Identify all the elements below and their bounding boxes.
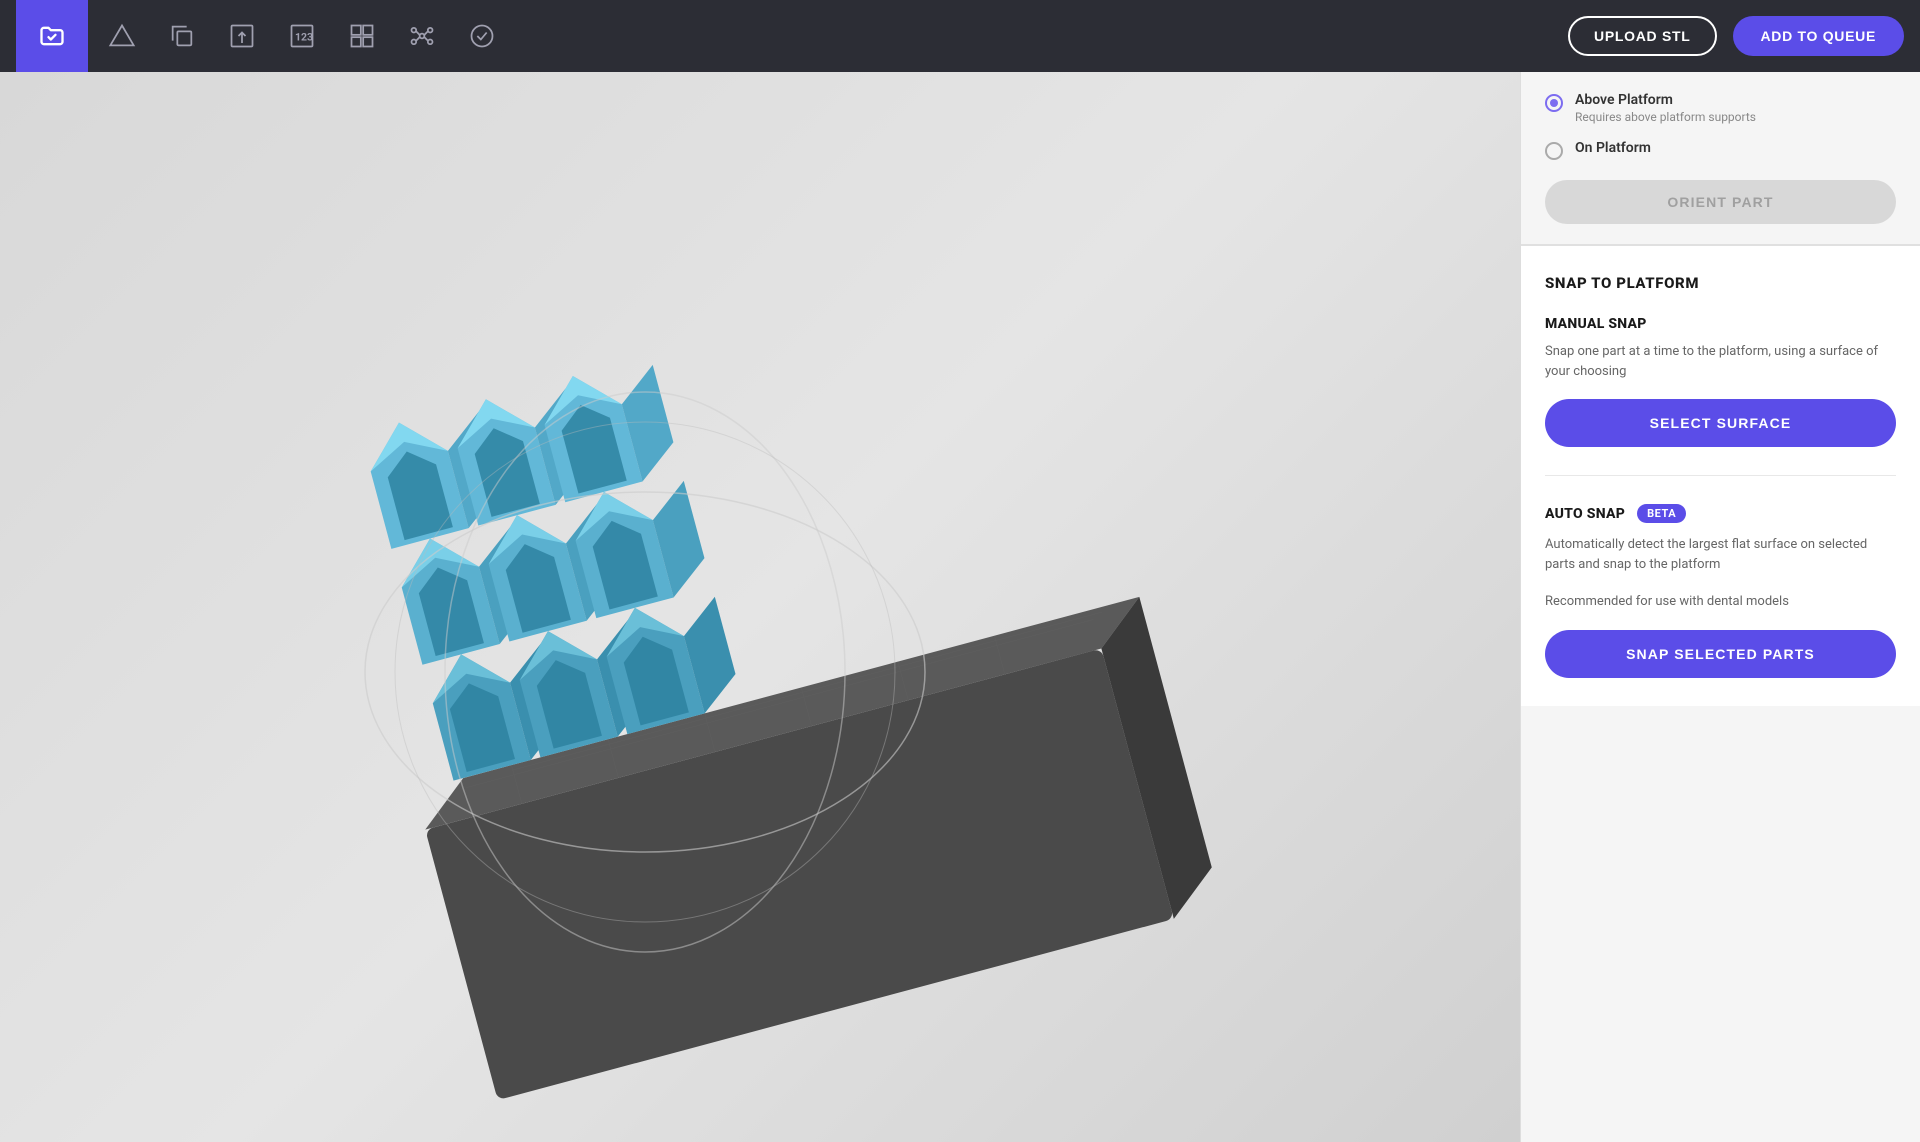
svg-text:123: 123	[295, 31, 313, 44]
snap-inner-divider	[1545, 475, 1896, 476]
nodes-icon	[408, 22, 436, 50]
scene-canvas	[0, 72, 1520, 1142]
snap-to-platform-section: SNAP TO PLATFORM MANUAL SNAP Snap one pa…	[1521, 246, 1920, 706]
3d-scene-svg	[265, 72, 1255, 1142]
number-icon: 123	[288, 22, 316, 50]
add-to-queue-button[interactable]: ADD TO QUEUE	[1733, 16, 1905, 56]
select-surface-button[interactable]: SELECT SURFACE	[1545, 399, 1896, 447]
main-content: Above Platform Requires above platform s…	[0, 72, 1920, 1142]
auto-snap-title: AUTO SNAP	[1545, 506, 1625, 522]
on-platform-label-group: On Platform	[1575, 140, 1651, 156]
shape-icon-btn[interactable]	[96, 10, 148, 62]
auto-snap-description2: Recommended for use with dental models	[1545, 592, 1896, 612]
orient-part-button[interactable]: ORIENT PART	[1545, 180, 1896, 224]
on-platform-title: On Platform	[1575, 140, 1651, 156]
beta-badge: BETA	[1637, 504, 1686, 523]
export-icon	[228, 22, 256, 50]
export-icon-btn[interactable]	[216, 10, 268, 62]
on-platform-option[interactable]: On Platform	[1545, 140, 1896, 160]
duplicate-icon	[168, 22, 196, 50]
manual-snap-title: MANUAL SNAP	[1545, 316, 1896, 332]
above-platform-title: Above Platform	[1575, 92, 1756, 108]
active-tool-icon[interactable]	[16, 0, 88, 72]
above-platform-radio[interactable]	[1545, 94, 1563, 112]
upload-stl-button[interactable]: UPLOAD STL	[1568, 16, 1716, 56]
grid-icon-btn[interactable]	[336, 10, 388, 62]
number-icon-btn[interactable]: 123	[276, 10, 328, 62]
snap-section-title: SNAP TO PLATFORM	[1545, 274, 1896, 292]
nodes-icon-btn[interactable]	[396, 10, 448, 62]
folder-active-icon	[38, 22, 66, 50]
placement-section: Above Platform Requires above platform s…	[1521, 72, 1920, 245]
header: 123 UPLOAD STL ADD TO QUEUE	[0, 0, 1920, 72]
above-platform-label-group: Above Platform Requires above platform s…	[1575, 92, 1756, 124]
snap-selected-parts-button[interactable]: SNAP SELECTED PARTS	[1545, 630, 1896, 678]
duplicate-icon-btn[interactable]	[156, 10, 208, 62]
right-panel: Above Platform Requires above platform s…	[1520, 72, 1920, 1142]
shape-icon	[108, 22, 136, 50]
above-platform-subtitle: Requires above platform supports	[1575, 110, 1756, 124]
check-icon	[468, 22, 496, 50]
grid-icon	[348, 22, 376, 50]
check-icon-btn[interactable]	[456, 10, 508, 62]
auto-snap-description1: Automatically detect the largest flat su…	[1545, 535, 1896, 574]
3d-viewport[interactable]	[0, 72, 1520, 1142]
on-platform-radio[interactable]	[1545, 142, 1563, 160]
above-platform-option[interactable]: Above Platform Requires above platform s…	[1545, 92, 1896, 124]
manual-snap-description: Snap one part at a time to the platform,…	[1545, 342, 1896, 381]
auto-snap-header: AUTO SNAP BETA	[1545, 504, 1896, 523]
